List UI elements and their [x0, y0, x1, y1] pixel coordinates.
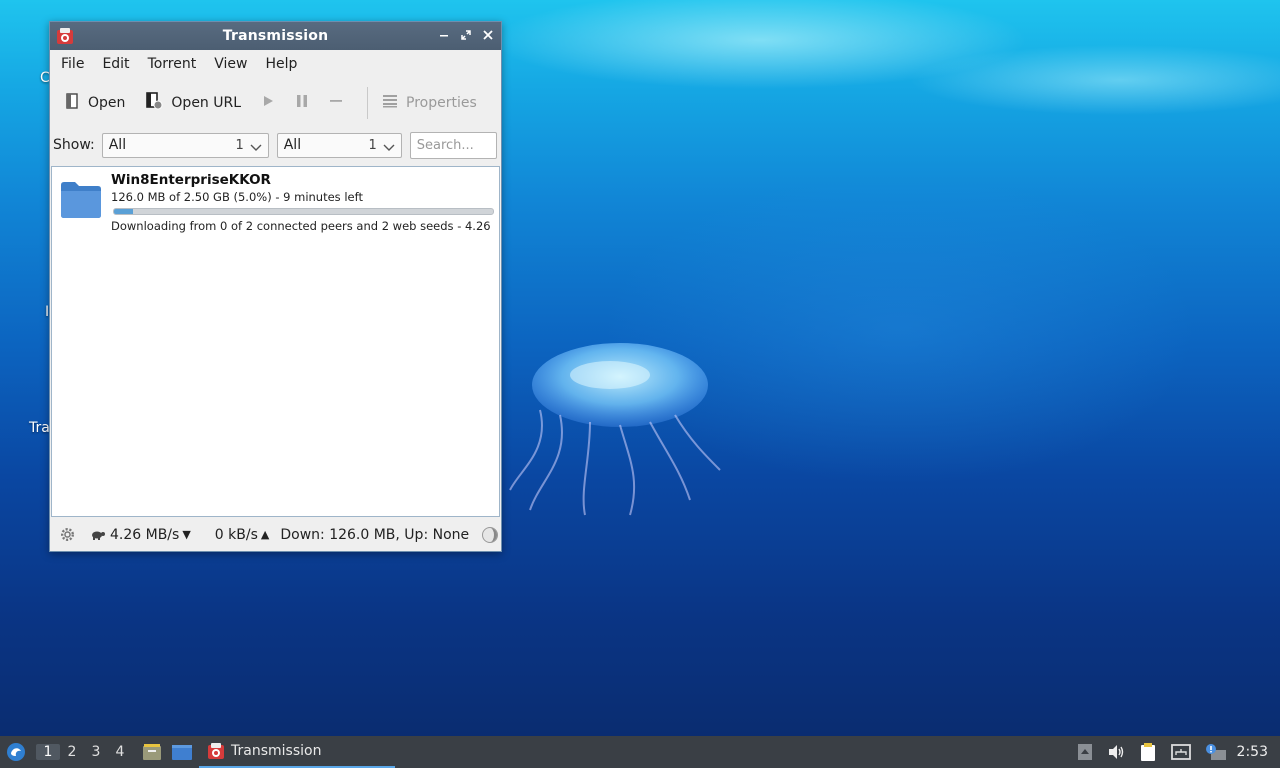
transmission-app-icon	[56, 27, 74, 49]
window-title: Transmission	[222, 28, 329, 44]
tracker-filter-value: All	[283, 137, 302, 153]
network-status-icon	[481, 526, 499, 544]
torrent-progress-bar	[113, 208, 494, 215]
turtle-speed-limit-icon[interactable]	[90, 529, 106, 541]
file-manager-launcher-icon[interactable]	[142, 743, 162, 761]
folder-icon	[60, 181, 102, 223]
statusbar: 4.26 MB/s ▼ 0 kB/s ▲ Down: 126.0 MB, Up:…	[50, 518, 501, 551]
play-icon	[261, 94, 275, 112]
clock[interactable]: 2:53	[1237, 744, 1268, 760]
download-speed-menu[interactable]: 4.26 MB/s ▼	[110, 527, 191, 543]
menubar: File Edit Torrent View Help	[50, 50, 501, 78]
search-input[interactable]	[409, 131, 497, 159]
desktop-switcher-4[interactable]: 4	[108, 744, 132, 760]
torrent-row[interactable]: Win8EnterpriseKKOR 126.0 MB of 2.50 GB (…	[52, 167, 499, 237]
upload-speed-menu[interactable]: 0 kB/s ▲	[215, 527, 270, 543]
transmission-window: Transmission File Edit Torrent View Help…	[49, 21, 502, 552]
clipboard-icon[interactable]	[1139, 742, 1157, 762]
download-speed: 4.26 MB/s	[110, 526, 180, 543]
properties-button-label: Properties	[406, 95, 477, 111]
tracker-filter-combo[interactable]: All 1	[276, 132, 402, 158]
start-menu-icon[interactable]	[6, 742, 26, 762]
menu-file[interactable]: File	[54, 56, 91, 72]
desktop-switcher-3[interactable]: 3	[84, 744, 108, 760]
torrent-status: Downloading from 0 of 2 connected peers …	[111, 219, 491, 233]
close-icon[interactable]	[481, 28, 495, 42]
transmission-app-icon	[207, 742, 225, 760]
desktop-icon-label-transmission[interactable]: Tra	[29, 420, 50, 436]
activity-filter-value: All	[108, 137, 127, 153]
open-url-icon	[145, 92, 163, 114]
activity-filter-combo[interactable]: All 1	[101, 132, 269, 158]
properties-button[interactable]: Properties	[382, 94, 477, 112]
start-button[interactable]	[261, 94, 275, 112]
properties-list-icon	[382, 94, 398, 112]
up-arrow-icon: ▲	[260, 528, 270, 541]
taskbar: 1 2 3 4 Transmission 2:53	[0, 736, 1280, 768]
notification-icon[interactable]	[1205, 743, 1227, 761]
minimize-icon[interactable]	[437, 28, 451, 42]
activity-filter-count: 1	[235, 137, 244, 153]
tracker-filter-count: 1	[368, 137, 377, 153]
minus-icon	[329, 94, 343, 112]
show-desktop-icon[interactable]	[171, 743, 193, 761]
open-url-button[interactable]: Open URL	[145, 92, 241, 114]
menu-help[interactable]: Help	[258, 56, 304, 72]
torrent-list[interactable]: Win8EnterpriseKKOR 126.0 MB of 2.50 GB (…	[51, 166, 500, 517]
open-url-button-label: Open URL	[171, 95, 242, 111]
filterbar: Show: All 1 All 1	[50, 128, 501, 162]
desktop-switcher-1[interactable]: 1	[36, 744, 60, 760]
open-file-icon	[64, 93, 80, 113]
window-titlebar[interactable]: Transmission	[50, 22, 501, 50]
network-icon[interactable]	[1170, 744, 1191, 760]
taskbar-transmission-label: Transmission	[231, 743, 322, 759]
pause-button[interactable]	[295, 94, 309, 112]
menu-edit[interactable]: Edit	[95, 56, 136, 72]
menu-torrent[interactable]: Torrent	[141, 56, 204, 72]
remove-button[interactable]	[329, 94, 343, 112]
down-arrow-icon: ▼	[182, 528, 191, 541]
maximize-icon[interactable]	[459, 28, 473, 42]
desktop-switcher-2[interactable]: 2	[60, 744, 84, 760]
chevron-down-icon	[250, 141, 262, 157]
jellyfish-wallpaper-image	[509, 343, 721, 516]
upload-speed: 0 kB/s	[214, 526, 258, 543]
toolbar-separator	[367, 87, 369, 119]
torrent-progress-text: 126.0 MB of 2.50 GB (5.0%) - 9 minutes l…	[111, 190, 363, 204]
toolbar: Open Open URL Properties	[50, 78, 501, 128]
taskbar-transmission-button[interactable]: Transmission	[199, 736, 395, 768]
preferences-gear-icon[interactable]	[59, 526, 76, 543]
tray-up-arrow-icon[interactable]	[1077, 743, 1093, 761]
open-button[interactable]: Open	[64, 93, 125, 113]
transfer-totals[interactable]: Down: 126.0 MB, Up: None	[280, 527, 469, 543]
volume-icon[interactable]	[1107, 744, 1125, 760]
pause-icon	[295, 94, 309, 112]
torrent-name: Win8EnterpriseKKOR	[111, 172, 271, 188]
system-tray: 2:53	[1077, 736, 1280, 768]
show-label: Show:	[53, 137, 95, 153]
menu-view[interactable]: View	[207, 56, 254, 72]
chevron-down-icon	[383, 141, 395, 157]
torrent-progress-fill	[114, 209, 133, 214]
open-button-label: Open	[88, 95, 126, 111]
